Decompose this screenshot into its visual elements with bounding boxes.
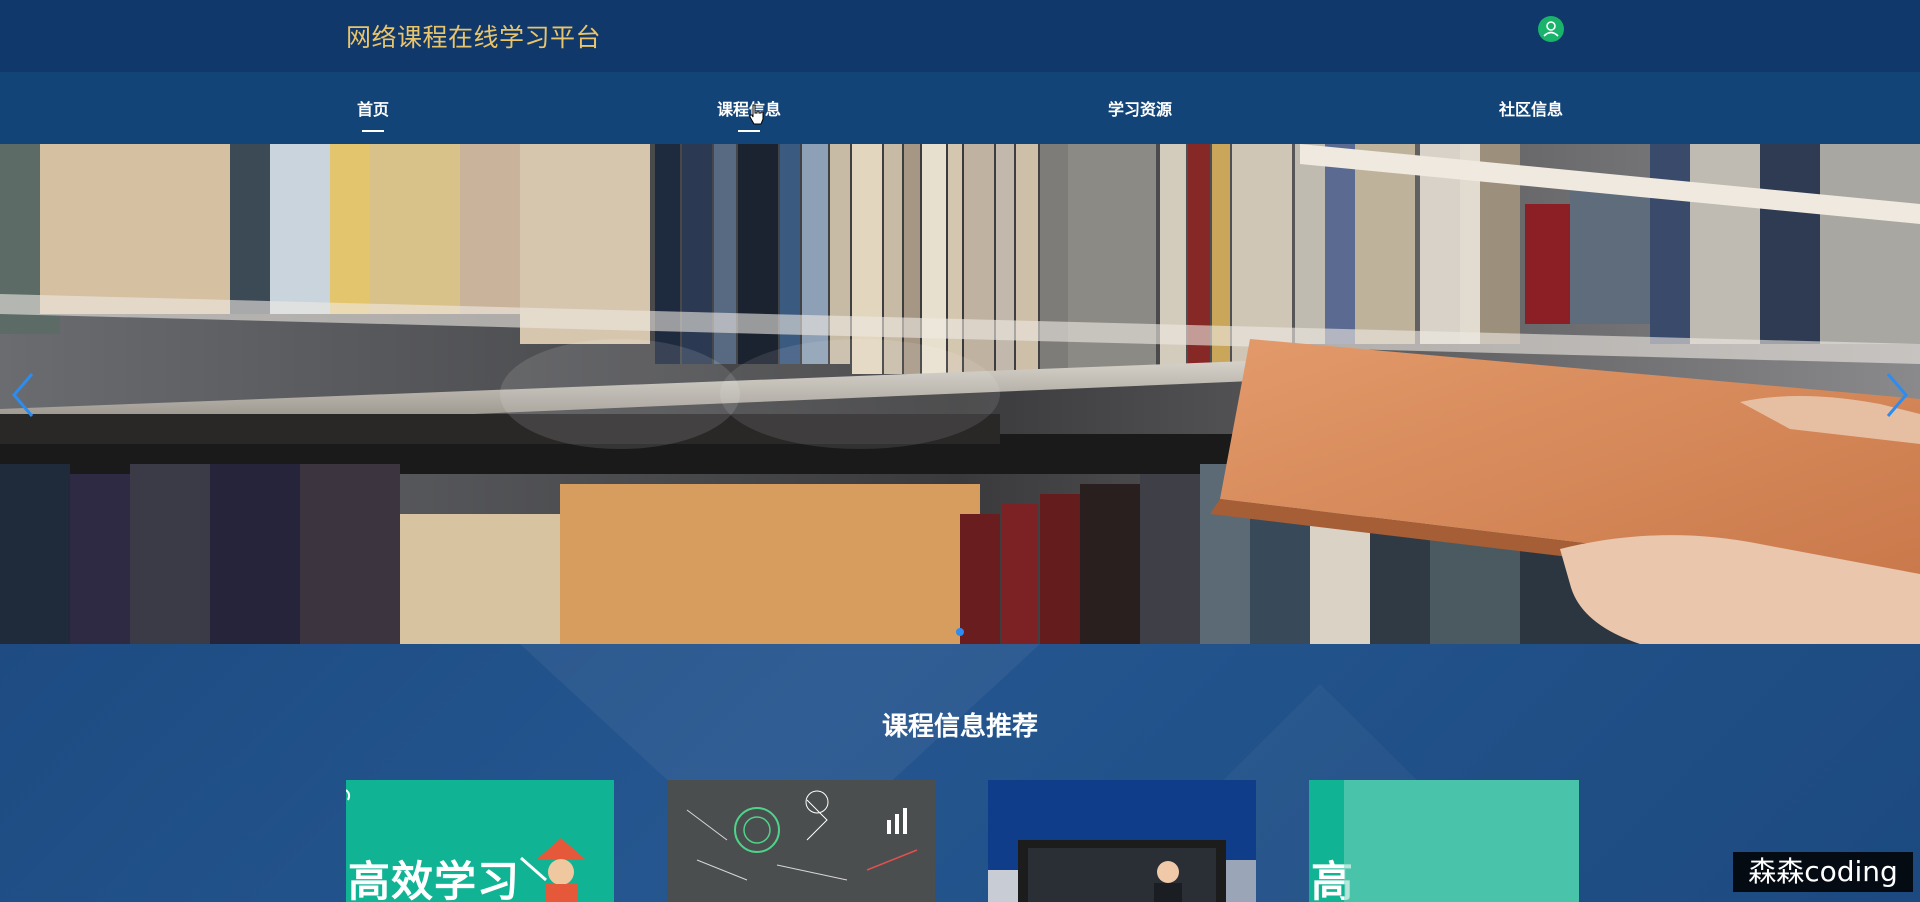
nav-item-label: 学习资源 xyxy=(1108,100,1173,119)
nav-item-label: 首页 xyxy=(357,100,390,119)
chevron-left-icon[interactable] xyxy=(8,370,38,420)
hover-underline xyxy=(738,130,760,132)
user-icon[interactable] xyxy=(1538,16,1564,42)
nav-item-label: 社区信息 xyxy=(1499,100,1564,119)
nav-item-learning-resources[interactable]: 学习资源 xyxy=(1108,96,1172,120)
course-recommend-section: 课程信息推荐 高效学习 高 xyxy=(0,644,1920,902)
course-card[interactable]: 高 xyxy=(1309,780,1579,902)
banner-image xyxy=(0,144,1920,644)
main-nav: 首页 课程信息 学习资源 社区信息 xyxy=(0,72,1920,144)
blur-overlay xyxy=(1344,780,1579,902)
carousel-dot-active[interactable] xyxy=(956,628,964,636)
active-underline xyxy=(362,130,384,132)
cartoon-figure-image xyxy=(346,789,586,902)
course-card[interactable]: 高效学习 xyxy=(346,780,614,902)
nav-item-community[interactable]: 社区信息 xyxy=(1499,96,1563,120)
course-card[interactable] xyxy=(988,780,1256,902)
chevron-right-icon[interactable] xyxy=(1882,370,1912,420)
banner-carousel[interactable] xyxy=(0,144,1920,644)
nav-item-home[interactable]: 首页 xyxy=(357,96,390,132)
watermark-label: 森森coding xyxy=(1733,852,1913,892)
online-teacher-image xyxy=(988,840,1256,902)
section-title: 课程信息推荐 xyxy=(881,712,1038,742)
top-header: 网络课程在线学习平台 xyxy=(0,0,1920,72)
chalkboard-image xyxy=(686,790,918,881)
site-title[interactable]: 网络课程在线学习平台 xyxy=(346,18,601,54)
course-card[interactable] xyxy=(667,780,935,902)
hand-pointer-cursor-icon xyxy=(748,104,766,126)
